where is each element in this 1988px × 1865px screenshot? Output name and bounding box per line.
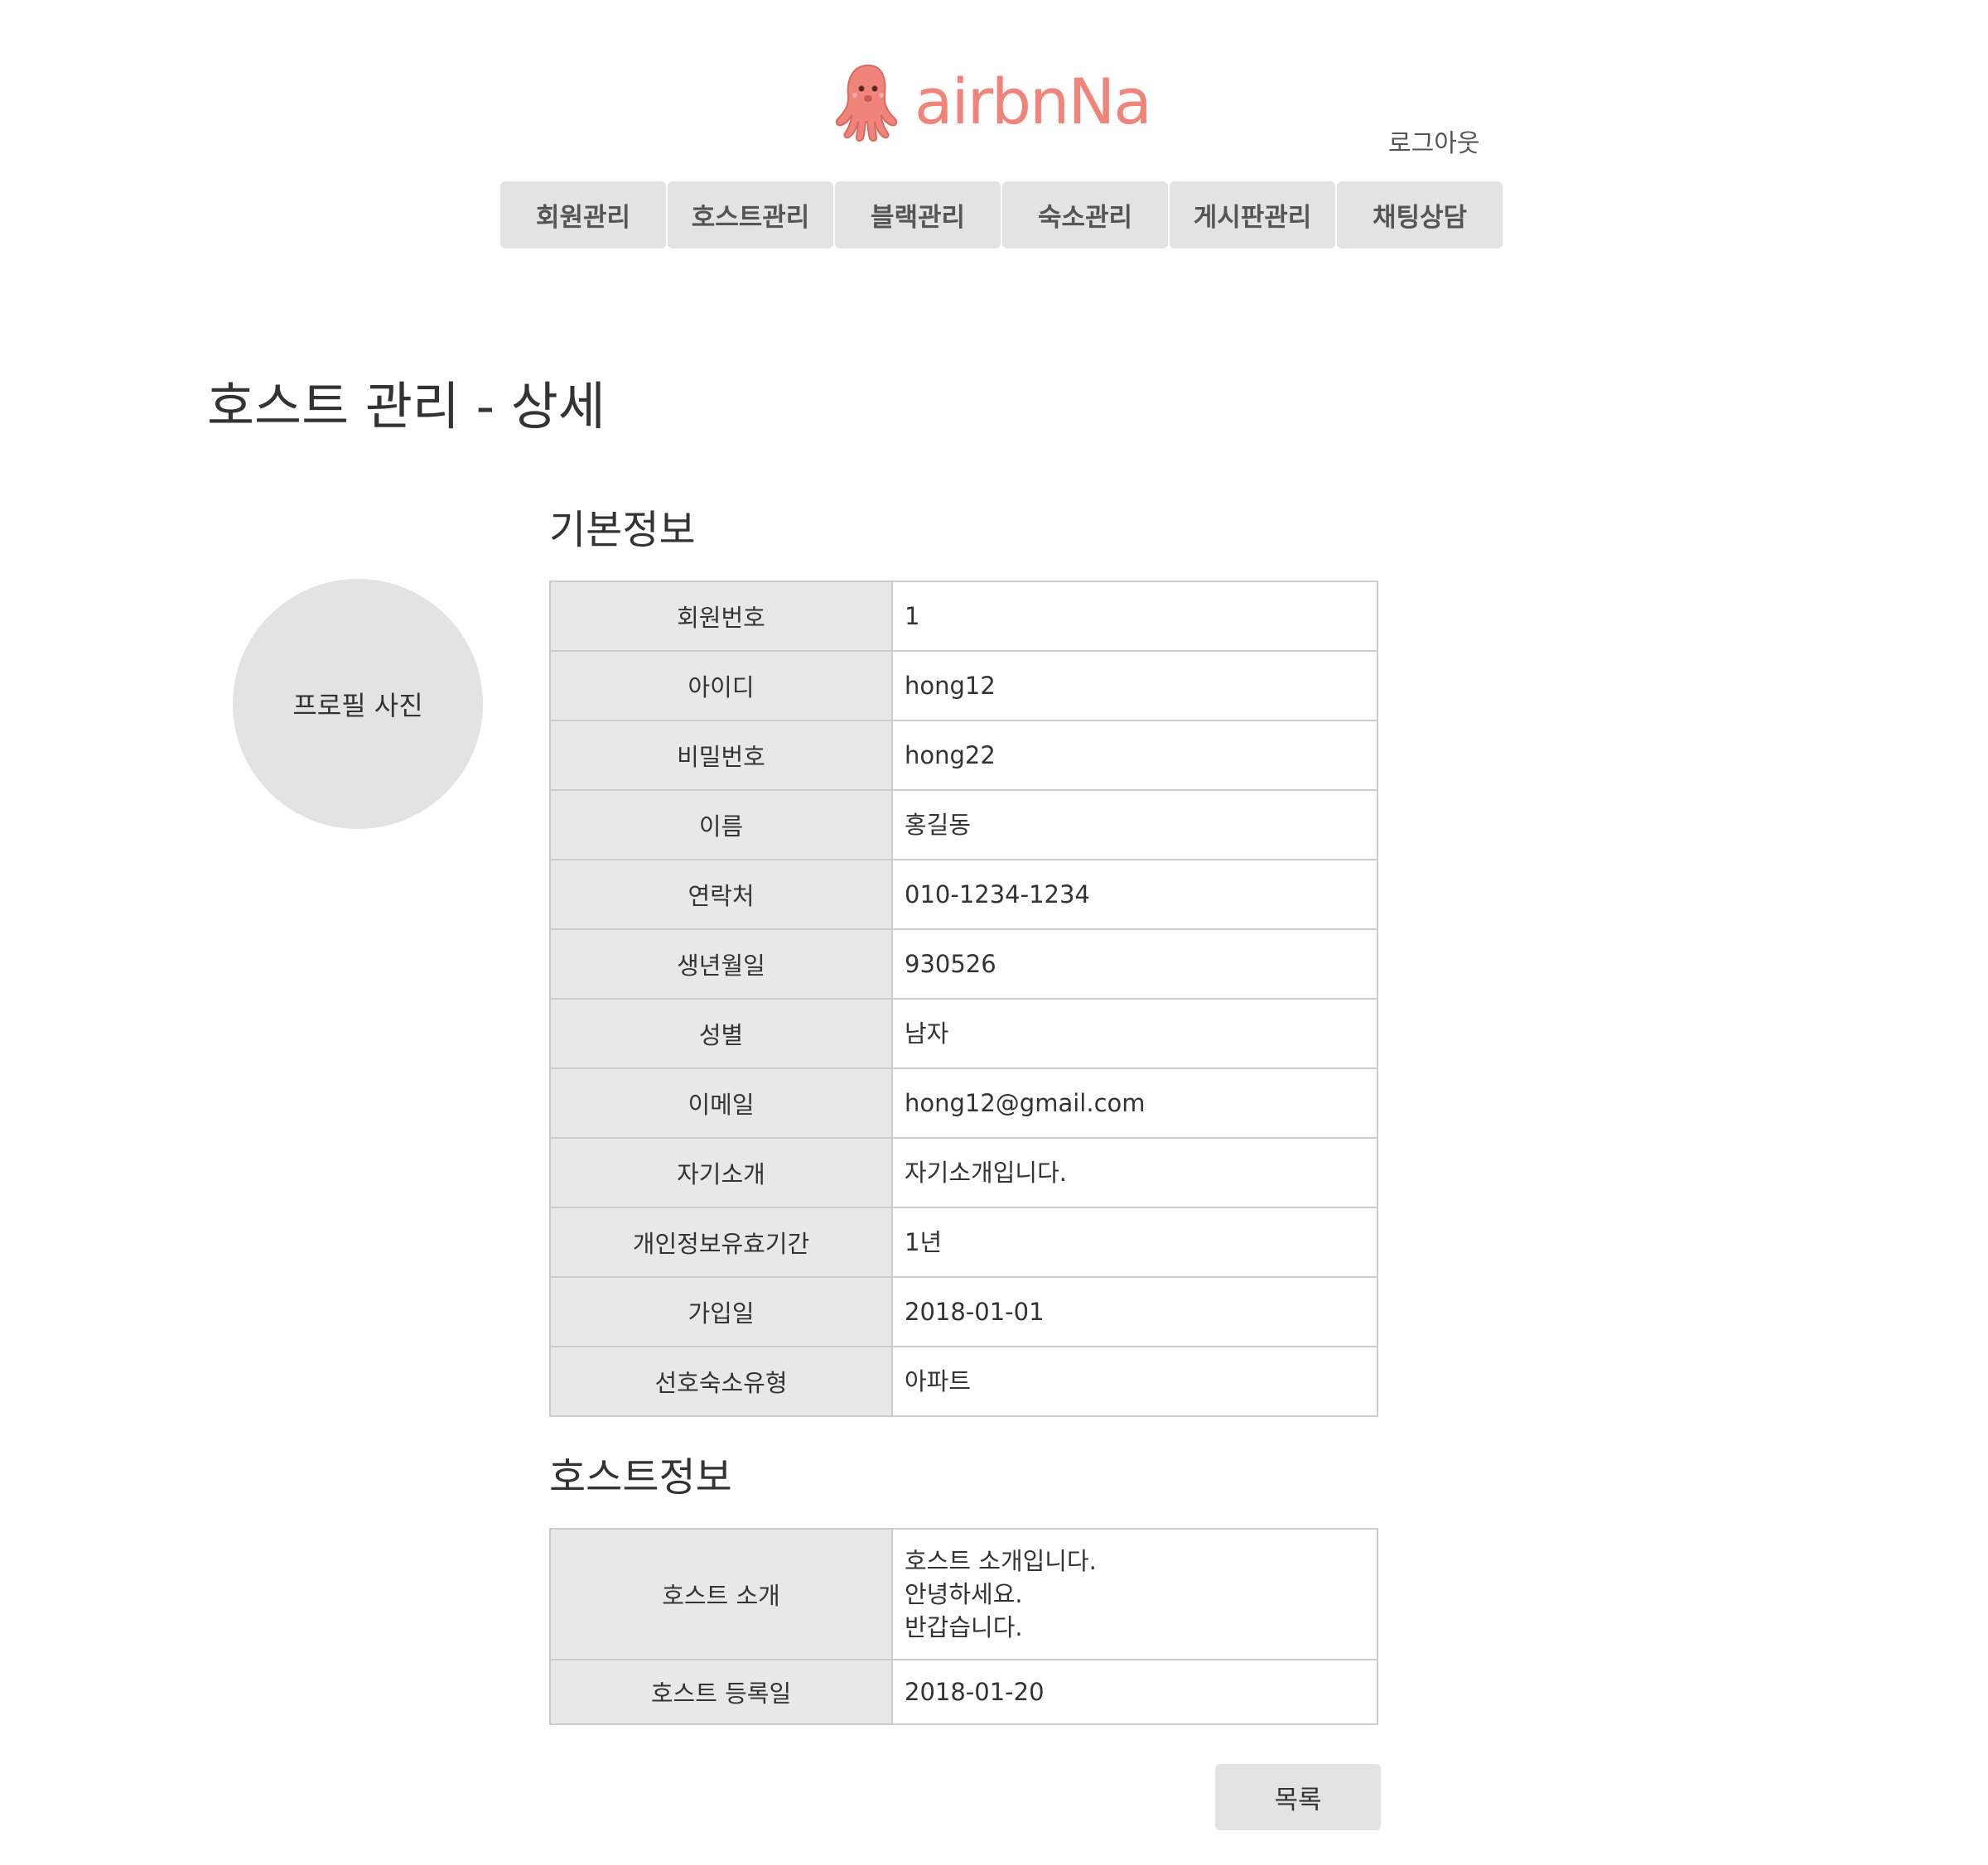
table-row: 성별 남자 [549, 998, 1378, 1069]
table-row: 자기소개 자기소개입니다. [549, 1137, 1378, 1208]
host-info-table: 호스트 소개 호스트 소개입니다. 안녕하세요. 반갑습니다. 호스트 등록일 20… [549, 1528, 1378, 1725]
nav-board-management[interactable]: 게시판관리 [1170, 181, 1335, 248]
nav-blacklist-management[interactable]: 블랙관리 [835, 181, 1001, 248]
row-label: 가입일 [549, 1276, 893, 1347]
table-row: 가입일 2018-01-01 [549, 1276, 1378, 1347]
table-row: 개인정보유효기간 1년 [549, 1207, 1378, 1278]
table-row: 이름 홍길동 [549, 789, 1378, 860]
profile-photo: 프로필 사진 [233, 579, 483, 829]
logo-text: airbnNa [914, 64, 1152, 138]
basic-info-table: 회원번호 1 아이디 hong12 비밀번호 hong22 이름 홍길동 연락처 010-… [549, 581, 1378, 1417]
nav-host-management[interactable]: 호스트관리 [668, 181, 833, 248]
row-value: 2018-01-01 [891, 1276, 1378, 1347]
host-info-title: 호스트정보 [549, 1454, 732, 1501]
row-label: 자기소개 [549, 1137, 893, 1208]
row-label: 이름 [549, 789, 893, 860]
row-label: 호스트 소개 [549, 1528, 893, 1660]
row-label: 개인정보유효기간 [549, 1207, 893, 1278]
row-value: 010-1234-1234 [891, 859, 1378, 930]
table-row: 아이디 hong12 [549, 650, 1378, 721]
row-value: hong12 [891, 650, 1378, 721]
table-row: 연락처 010-1234-1234 [549, 859, 1378, 930]
table-row: 회원번호 1 [549, 581, 1378, 652]
main-nav: 회원관리 호스트관리 블랙관리 숙소관리 게시판관리 채팅상담 [500, 181, 1503, 248]
table-row: 선호숙소유형 아파트 [549, 1346, 1378, 1417]
row-value: 1 [891, 581, 1378, 652]
row-label: 연락처 [549, 859, 893, 930]
table-row: 생년월일 930526 [549, 928, 1378, 1000]
row-label: 호스트 등록일 [549, 1659, 893, 1725]
row-label: 성별 [549, 998, 893, 1069]
row-value: 아파트 [891, 1346, 1378, 1417]
row-value: 홍길동 [891, 789, 1378, 860]
row-value: hong22 [891, 720, 1378, 791]
nav-lodging-management[interactable]: 숙소관리 [1002, 181, 1168, 248]
profile-photo-label: 프로필 사진 [292, 690, 423, 721]
logout-link[interactable]: 로그아웃 [1388, 123, 1479, 159]
row-value: hong12@gmail.com [891, 1067, 1378, 1139]
nav-chat-consultation[interactable]: 채팅상담 [1337, 181, 1503, 248]
row-value: 930526 [891, 928, 1378, 1000]
nav-member-management[interactable]: 회원관리 [500, 181, 666, 248]
table-row: 비밀번호 hong22 [549, 720, 1378, 791]
basic-info-title: 기본정보 [549, 507, 696, 553]
row-value: 2018-01-20 [891, 1659, 1378, 1725]
row-label: 비밀번호 [549, 720, 893, 791]
row-label: 아이디 [549, 650, 893, 721]
row-label: 회원번호 [549, 581, 893, 652]
table-row: 호스트 등록일 2018-01-20 [549, 1659, 1378, 1725]
row-value: 남자 [891, 998, 1378, 1069]
row-value: 1년 [891, 1207, 1378, 1278]
table-row: 호스트 소개 호스트 소개입니다. 안녕하세요. 반갑습니다. [549, 1528, 1378, 1660]
brand-logo[interactable]: airbnNa [828, 58, 1152, 145]
octopus-icon [835, 64, 898, 142]
row-label: 생년월일 [549, 928, 893, 1000]
table-row: 이메일 hong12@gmail.com [549, 1067, 1378, 1139]
list-button[interactable]: 목록 [1215, 1764, 1381, 1830]
page-title: 호스트 관리 - 상세 [207, 376, 606, 436]
row-label: 선호숙소유형 [549, 1346, 893, 1417]
row-value: 자기소개입니다. [891, 1137, 1378, 1208]
row-value: 호스트 소개입니다. 안녕하세요. 반갑습니다. [891, 1528, 1378, 1660]
row-label: 이메일 [549, 1067, 893, 1139]
